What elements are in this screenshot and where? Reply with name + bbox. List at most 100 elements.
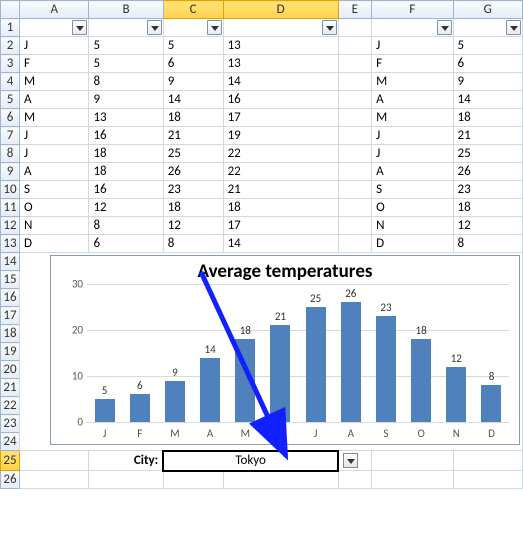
city-dropdown-value[interactable]: Tokyo (163, 451, 338, 471)
cell[interactable]: J (372, 127, 453, 145)
cell[interactable]: J (20, 37, 89, 55)
row-header-12[interactable]: 12 (1, 217, 20, 235)
cell[interactable]: 22 (223, 163, 338, 181)
cell[interactable]: 18 (453, 199, 522, 217)
cell[interactable] (338, 471, 372, 489)
cell[interactable] (453, 471, 522, 489)
cell[interactable]: 14 (453, 91, 522, 109)
table1-header[interactable]: Month (20, 19, 89, 37)
cell[interactable]: A (372, 91, 453, 109)
cell[interactable]: 5 (89, 55, 163, 73)
select-all-corner[interactable] (1, 1, 20, 19)
row-header-15[interactable]: 15 (1, 271, 20, 289)
filter-dropdown-icon[interactable] (147, 20, 162, 35)
cell[interactable]: D (372, 235, 453, 253)
row-header-16[interactable]: 16 (1, 289, 20, 307)
cell[interactable] (338, 217, 372, 235)
row-header-21[interactable]: 21 (1, 379, 20, 397)
cell[interactable]: 8 (89, 217, 163, 235)
cell[interactable]: 12 (453, 217, 522, 235)
cell[interactable]: N (372, 217, 453, 235)
row-header-18[interactable]: 18 (1, 325, 20, 343)
cell[interactable]: J (372, 37, 453, 55)
cell[interactable]: 16 (223, 91, 338, 109)
cell[interactable] (338, 163, 372, 181)
row-header-2[interactable]: 2 (1, 37, 20, 55)
row-header-13[interactable]: 13 (1, 235, 20, 253)
cell[interactable] (338, 145, 372, 163)
cell[interactable]: 9 (453, 73, 522, 91)
cell[interactable]: 26 (453, 163, 522, 181)
row-header-17[interactable]: 17 (1, 307, 20, 325)
cell[interactable]: M (372, 73, 453, 91)
cell[interactable]: A (20, 91, 89, 109)
cell[interactable] (338, 55, 372, 73)
cell[interactable]: 22 (223, 145, 338, 163)
cell[interactable]: 14 (163, 91, 223, 109)
cell[interactable]: 12 (89, 199, 163, 217)
cell[interactable] (163, 471, 223, 489)
cell[interactable]: J (20, 127, 89, 145)
cell[interactable]: 6 (89, 235, 163, 253)
row-header-25[interactable]: 25 (1, 451, 20, 471)
cell[interactable]: O (372, 199, 453, 217)
cell[interactable]: 5 (453, 37, 522, 55)
row-header-19[interactable]: 19 (1, 343, 20, 361)
cell[interactable]: 9 (163, 73, 223, 91)
row-header-26[interactable]: 26 (1, 471, 20, 489)
filter-dropdown-icon[interactable] (322, 20, 337, 35)
cell[interactable] (338, 19, 372, 37)
cell[interactable]: 26 (163, 163, 223, 181)
cell[interactable]: 23 (453, 181, 522, 199)
cell[interactable]: 8 (89, 73, 163, 91)
col-header-B[interactable]: B (89, 1, 163, 19)
table1-header[interactable]: London (89, 19, 163, 37)
cell[interactable]: 8 (163, 235, 223, 253)
cell[interactable]: 5 (163, 37, 223, 55)
cell[interactable]: 18 (163, 109, 223, 127)
bar-chart[interactable]: Average temperatures01020305691418212526… (50, 255, 520, 445)
cell[interactable]: 12 (163, 217, 223, 235)
cell[interactable] (338, 181, 372, 199)
cell[interactable]: 18 (453, 109, 522, 127)
cell[interactable]: 6 (453, 55, 522, 73)
cell[interactable]: 13 (223, 55, 338, 73)
cell[interactable]: S (372, 181, 453, 199)
cell[interactable] (338, 109, 372, 127)
row-header-3[interactable]: 3 (1, 55, 20, 73)
cell[interactable] (20, 451, 89, 471)
cell[interactable]: 25 (453, 145, 522, 163)
cell[interactable]: 23 (163, 181, 223, 199)
col-header-F[interactable]: F (372, 1, 453, 19)
cell[interactable]: A (20, 163, 89, 181)
col-header-A[interactable]: A (20, 1, 89, 19)
cell[interactable] (20, 471, 89, 489)
row-header-8[interactable]: 8 (1, 145, 20, 163)
table2-header[interactable]: City (453, 19, 522, 37)
cell[interactable]: O (20, 199, 89, 217)
cell[interactable]: J (20, 145, 89, 163)
cell[interactable] (372, 471, 453, 489)
cell[interactable]: M (372, 109, 453, 127)
cell[interactable]: 8 (453, 235, 522, 253)
cell[interactable]: 21 (453, 127, 522, 145)
row-header-1[interactable]: 1 (1, 19, 20, 37)
cell[interactable]: 18 (89, 163, 163, 181)
row-header-11[interactable]: 11 (1, 199, 20, 217)
cell[interactable]: 13 (89, 109, 163, 127)
cell[interactable] (223, 471, 338, 489)
cell[interactable]: 17 (223, 217, 338, 235)
row-header-22[interactable]: 22 (1, 397, 20, 415)
cell[interactable] (338, 451, 372, 471)
cell[interactable]: 18 (163, 199, 223, 217)
filter-dropdown-icon[interactable] (72, 20, 87, 35)
cell[interactable]: 21 (163, 127, 223, 145)
cell[interactable]: 6 (163, 55, 223, 73)
cell[interactable]: M (20, 73, 89, 91)
cell[interactable]: A (372, 163, 453, 181)
chevron-down-icon[interactable] (343, 453, 358, 468)
table1-header[interactable]: Los Angeles (223, 19, 338, 37)
cell[interactable] (338, 73, 372, 91)
cell[interactable]: 16 (89, 127, 163, 145)
row-header-20[interactable]: 20 (1, 361, 20, 379)
